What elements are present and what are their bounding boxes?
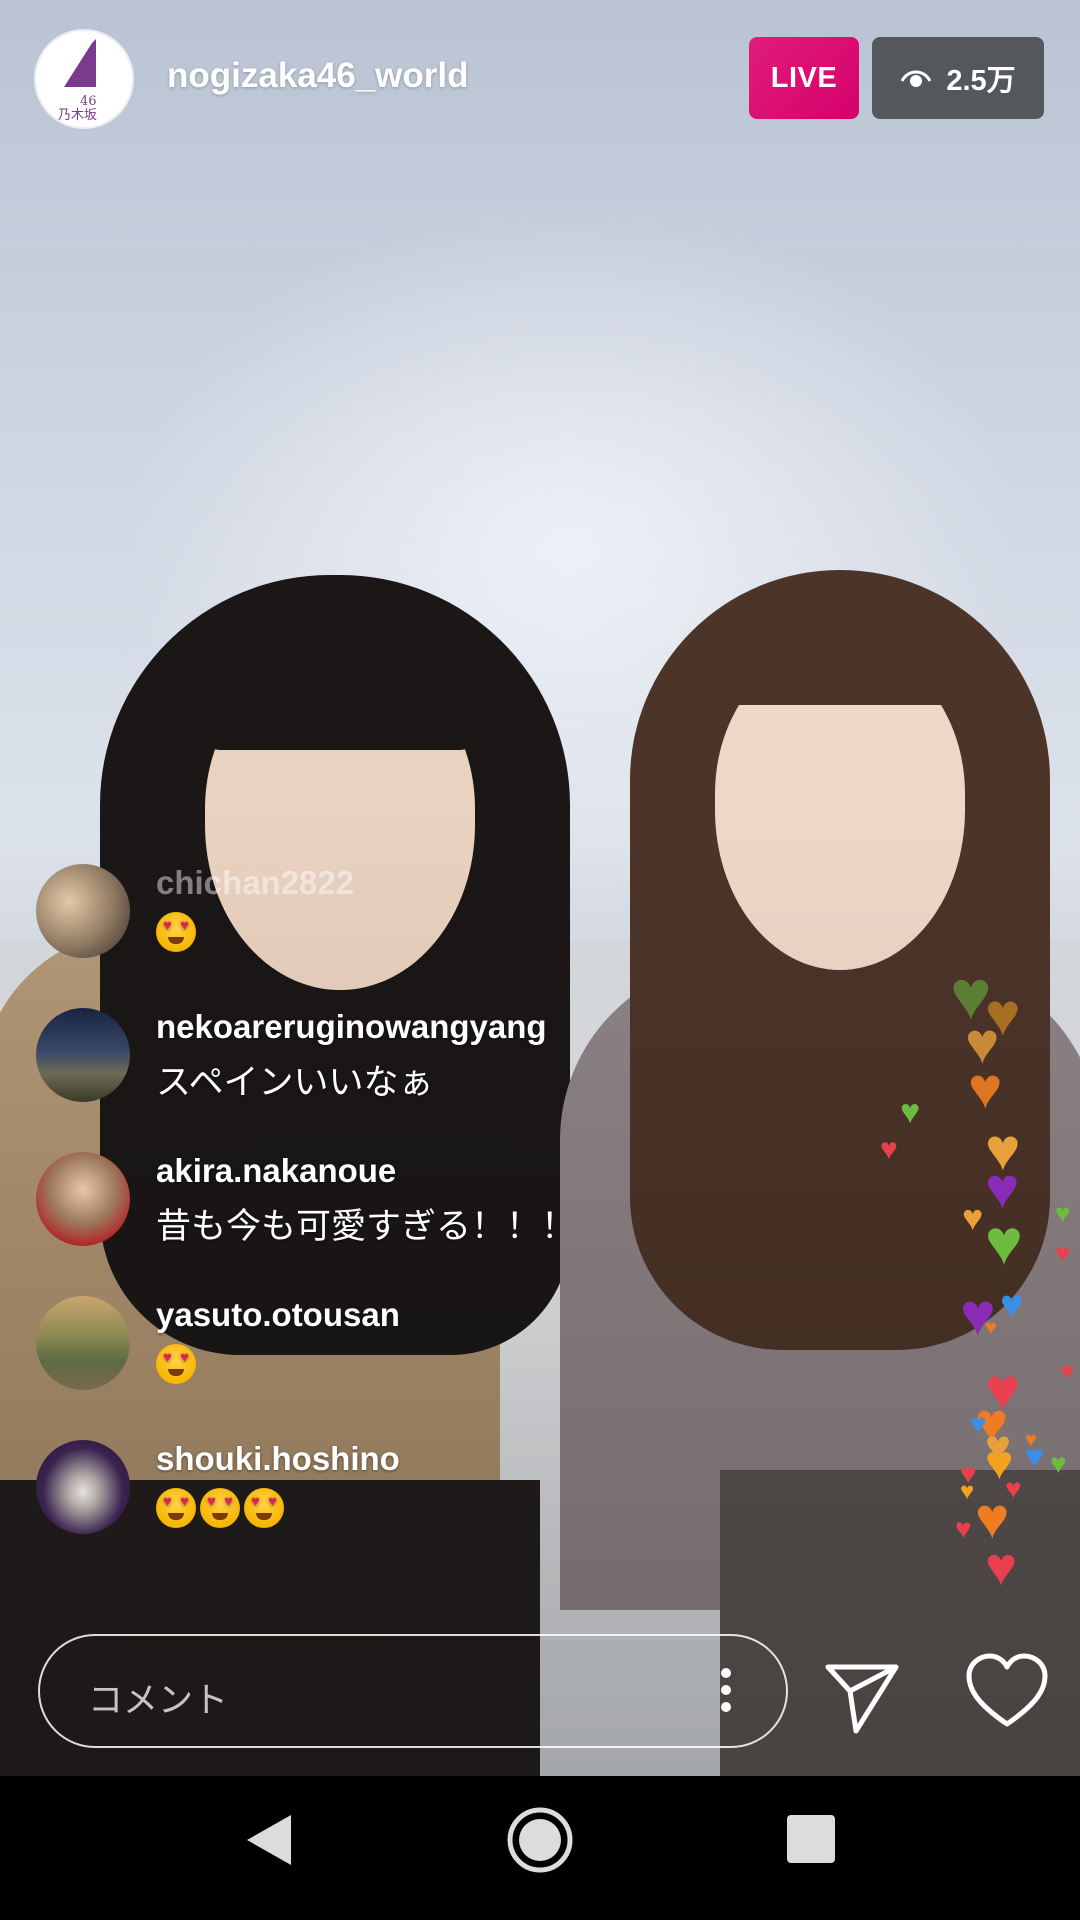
comment-text: スペインいいなぁ (156, 1063, 434, 1102)
svg-text:46: 46 (80, 94, 97, 109)
recents-square-icon[interactable] (787, 1815, 835, 1863)
live-stream-screen: 46 乃木坂 nogizaka46_world LIVE 2.5万 chicha… (0, 0, 1080, 1920)
avatar[interactable] (36, 1296, 130, 1390)
floating-heart-icon: ♥ (880, 1133, 898, 1166)
comment-item[interactable]: nekoareruginowangyang スペインいいなぁ (36, 1008, 736, 1108)
live-badge: LIVE (749, 37, 859, 119)
viewer-count-button[interactable]: 2.5万 (872, 37, 1044, 119)
comment-username[interactable]: chichan2822 (156, 864, 354, 902)
send-button[interactable] (822, 1655, 902, 1735)
floating-heart-icon: ♥ (985, 1317, 997, 1339)
avatar[interactable] (36, 1008, 130, 1102)
floating-heart-icon: ♥ (968, 1056, 1003, 1121)
floating-heart-icon: ♥ (1060, 1358, 1075, 1385)
viewer-count: 2.5万 (946, 65, 1016, 97)
host-avatar[interactable]: 46 乃木坂 (36, 31, 132, 127)
avatar[interactable] (36, 1152, 130, 1246)
avatar[interactable] (36, 1440, 130, 1534)
comment-username[interactable]: shouki.hoshino (156, 1440, 400, 1478)
comment-placeholder: コメント (88, 1681, 229, 1720)
comment-item[interactable]: shouki.hoshino (36, 1440, 736, 1540)
heart-eyes-emoji (244, 1487, 284, 1528)
comment-item[interactable]: yasuto.otousan (36, 1296, 736, 1396)
floating-heart-icon: ♥ (900, 1093, 921, 1131)
floating-heart-icon: ♥ (962, 1197, 984, 1238)
comment-item[interactable]: chichan2822 (36, 864, 736, 964)
home-circle-icon[interactable] (506, 1806, 574, 1874)
comment-text (156, 1342, 200, 1384)
floating-heart-icon: ♥ (1050, 1448, 1067, 1479)
back-triangle-icon[interactable] (245, 1813, 293, 1867)
floating-heart-icon: ♥ (960, 1478, 975, 1505)
like-button[interactable] (965, 1652, 1049, 1732)
system-nav-bar (0, 1776, 1080, 1920)
heart-eyes-emoji (156, 1343, 196, 1384)
floating-heart-icon: ♥ (985, 1537, 1018, 1597)
floating-heart-icon: ♥ (955, 1513, 972, 1544)
comment-text (156, 910, 200, 952)
heart-eyes-emoji (200, 1487, 240, 1528)
eye-icon (900, 70, 932, 87)
send-icon (825, 1664, 899, 1734)
floating-heart-icon: ♥ (985, 1206, 1023, 1278)
comment-username[interactable]: nekoareruginowangyang (156, 1008, 547, 1046)
floating-heart-icon: ♥ (1025, 1429, 1037, 1451)
more-vertical-icon[interactable] (720, 1668, 732, 1716)
floating-heart-icon: ♥ (1000, 1283, 1024, 1327)
svg-text:乃木坂: 乃木坂 (58, 108, 97, 123)
heart-eyes-emoji (156, 1487, 196, 1528)
comment-text: 昔も今も可愛すぎる！！！ (156, 1207, 577, 1246)
comment-username[interactable]: akira.nakanoue (156, 1152, 396, 1190)
comment-input[interactable]: コメント (38, 1634, 788, 1748)
host-username[interactable]: nogizaka46_world (167, 56, 468, 96)
nogizaka-logo: 46 乃木坂 (58, 39, 97, 123)
heart-eyes-emoji (156, 911, 196, 952)
floating-heart-icon: ♥ (970, 1408, 987, 1439)
floating-heart-icon: ♥ (1055, 1238, 1071, 1268)
avatar[interactable] (36, 864, 130, 958)
floating-heart-icon: ♥ (1055, 1198, 1071, 1228)
comment-item[interactable]: akira.nakanoue 昔も今も可愛すぎる！！！ (36, 1152, 736, 1252)
heart-outline-icon (966, 1653, 1048, 1727)
comment-username[interactable]: yasuto.otousan (156, 1296, 400, 1334)
comment-text (156, 1486, 288, 1528)
